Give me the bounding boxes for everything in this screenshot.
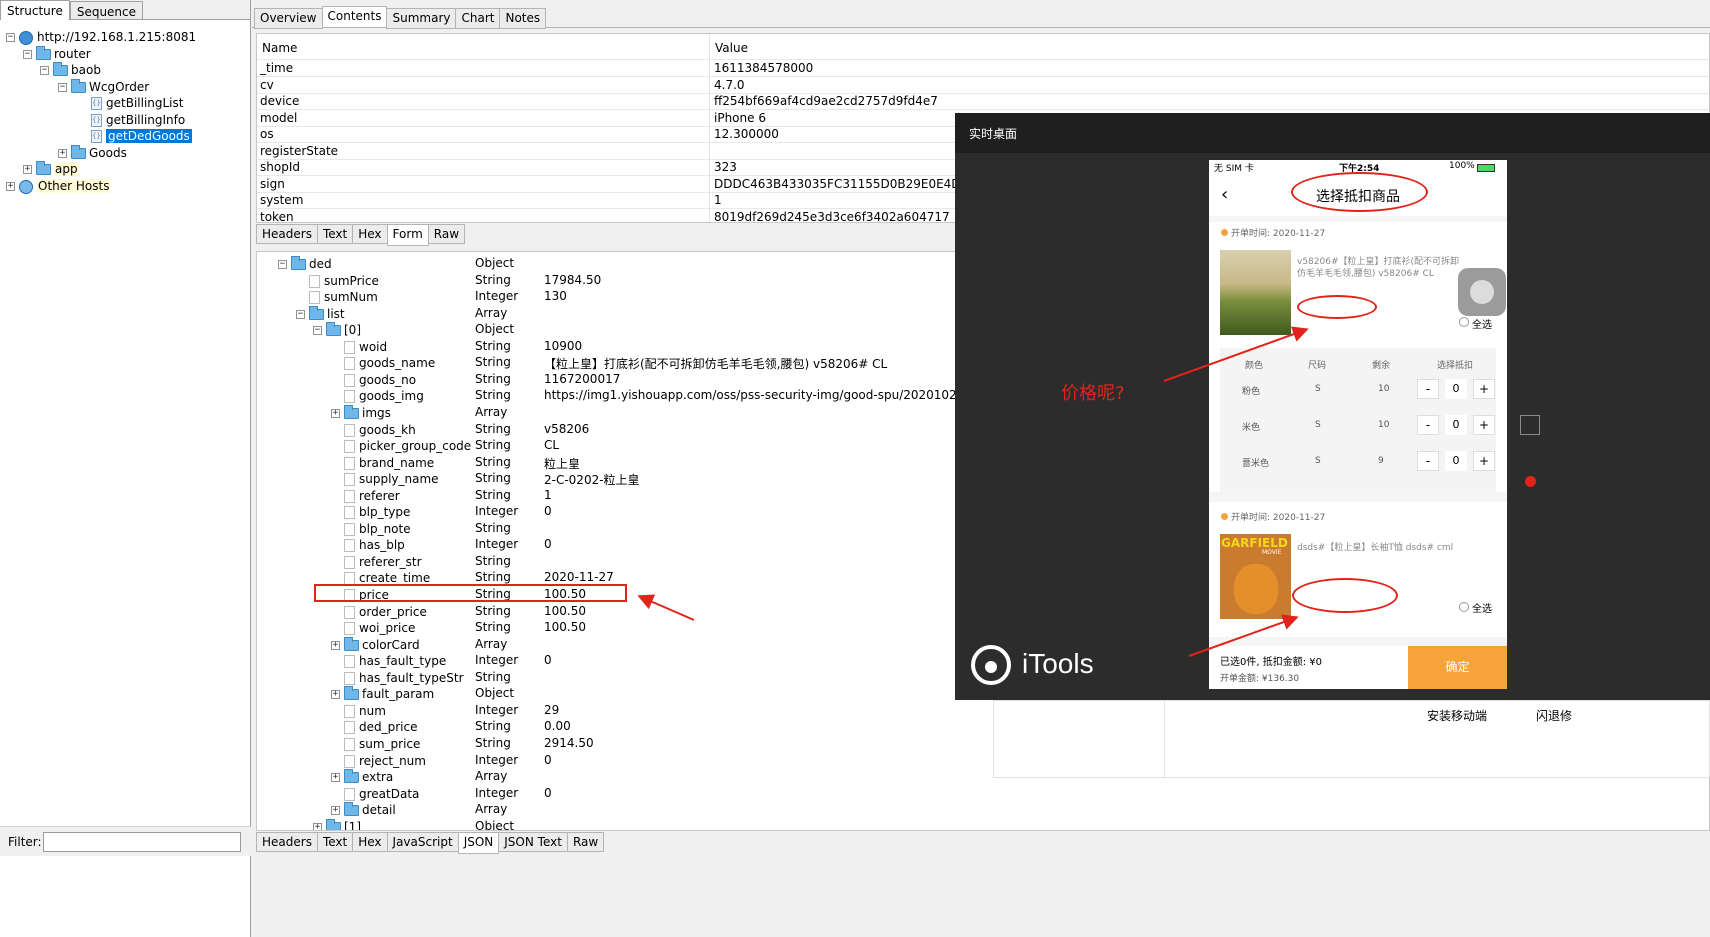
arrow-to-ellipse-1 [1163, 326, 1309, 382]
arrow-to-ellipse-2 [1188, 614, 1299, 657]
arrow-to-price [637, 594, 695, 621]
annotation-arrows [637, 326, 1309, 657]
